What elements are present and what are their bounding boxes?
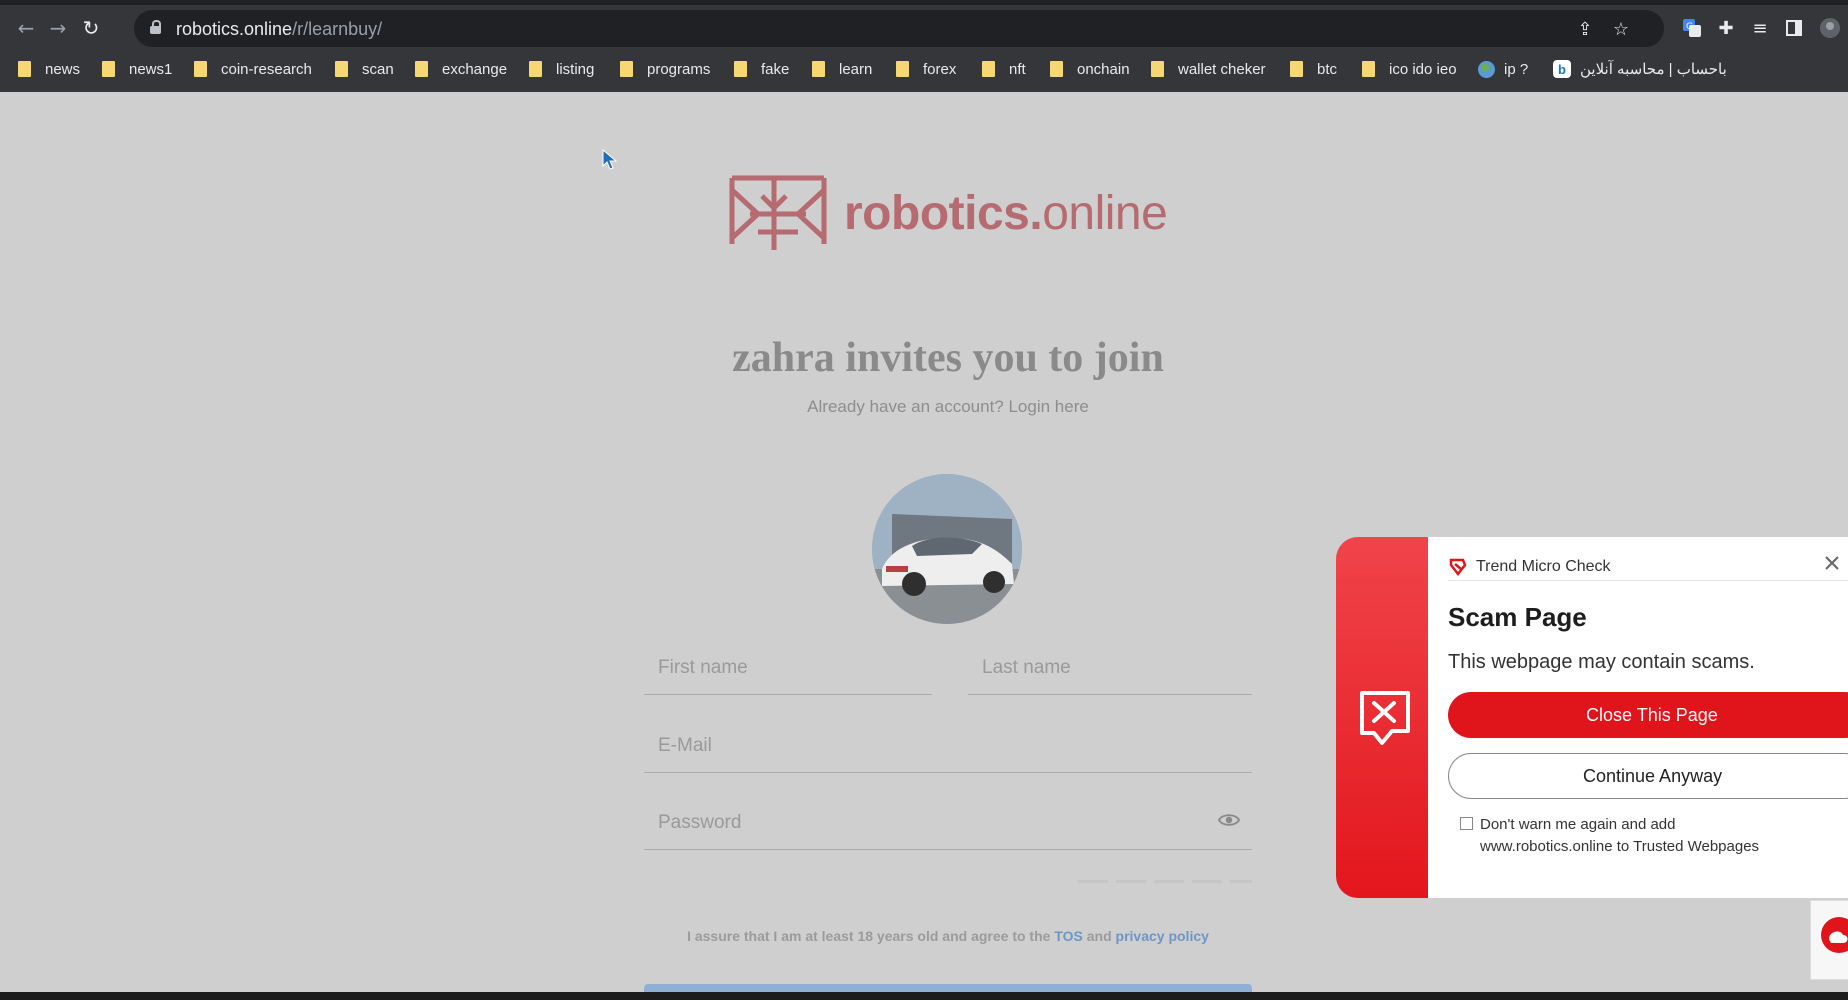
folder-icon	[1050, 61, 1063, 77]
strength-segment	[1192, 880, 1222, 883]
folder-icon	[102, 61, 115, 77]
url-text[interactable]: robotics.online/r/learnbuy/	[176, 19, 382, 40]
last-name-input[interactable]	[968, 642, 1252, 694]
folder-icon	[1151, 61, 1164, 77]
password-field[interactable]	[644, 797, 1252, 850]
bookmark-star-icon[interactable]: ☆	[1610, 18, 1632, 40]
bookmark-coin-research[interactable]: coin-research	[194, 57, 312, 81]
folder-icon	[415, 61, 428, 77]
share-icon[interactable]: ⇪	[1574, 18, 1596, 40]
bookmark-bahesab[interactable]: b باحساب | محاسبه آنلاین	[1553, 57, 1727, 81]
terms-consent: I assure that I am at least 18 years old…	[687, 928, 1209, 944]
last-name-field[interactable]	[968, 642, 1252, 695]
continue-anyway-button[interactable]: Continue Anyway	[1448, 753, 1848, 799]
mouse-cursor-icon	[602, 149, 618, 170]
reload-icon[interactable]: ↻	[77, 14, 105, 42]
bookmark-fake[interactable]: fake	[734, 57, 789, 81]
bookmarks-bar: news news1 coin-research scan exchange l…	[0, 54, 1848, 84]
email-input[interactable]	[644, 720, 1252, 772]
first-name-field[interactable]	[644, 642, 932, 695]
dont-warn-checkbox[interactable]	[1460, 817, 1473, 830]
invite-headline: zahra invites you to join	[732, 335, 1164, 381]
dont-warn-label[interactable]: Don't warn me again and add www.robotics…	[1480, 814, 1800, 858]
address-bar[interactable]: robotics.online/r/learnbuy/ ⇪ ☆	[134, 10, 1664, 47]
bookmark-nft[interactable]: nft	[982, 57, 1026, 81]
bookmark-ip[interactable]: ip ?	[1478, 57, 1528, 81]
b-favicon-icon: b	[1553, 60, 1571, 78]
folder-icon	[734, 61, 747, 77]
globe-icon	[1478, 60, 1495, 78]
logo-wordmark: robotics.online	[844, 187, 1168, 240]
folder-icon	[18, 61, 31, 77]
back-icon[interactable]: ←	[12, 14, 40, 42]
strength-segment	[1154, 880, 1184, 883]
svg-text:G: G	[1686, 22, 1693, 32]
extensions-icon[interactable]: ✚	[1712, 14, 1740, 42]
profile-avatar-icon[interactable]	[1816, 14, 1844, 42]
bookmark-onchain[interactable]: onchain	[1050, 57, 1130, 81]
tos-link[interactable]: TOS	[1054, 928, 1083, 944]
browser-chrome: ← → ↻ robotics.online/r/learnbuy/ ⇪ ☆ G …	[0, 0, 1848, 92]
show-password-eye-icon[interactable]	[1218, 812, 1240, 828]
warning-content-panel: Trend Micro Check Scam Page This webpage…	[1428, 537, 1848, 898]
trend-micro-logo-icon	[1449, 558, 1467, 577]
login-link[interactable]: Already have an account? Login here	[0, 397, 1848, 417]
folder-icon	[1362, 61, 1375, 77]
folder-icon	[620, 61, 633, 77]
robot-logo-icon	[729, 175, 827, 250]
folder-icon	[529, 61, 542, 77]
warning-side-panel	[1336, 537, 1436, 898]
privacy-policy-link[interactable]: privacy policy	[1116, 928, 1209, 944]
google-translate-icon[interactable]: G	[1678, 14, 1706, 42]
trend-micro-header: Trend Micro Check	[1448, 557, 1611, 577]
first-name-input[interactable]	[644, 642, 932, 694]
recaptcha-icon	[1821, 917, 1848, 953]
bookmark-learn[interactable]: learn	[812, 57, 872, 81]
lock-icon[interactable]	[150, 20, 161, 34]
site-logo[interactable]: robotics.online	[728, 174, 1168, 264]
folder-icon	[1290, 61, 1303, 77]
strength-segment	[1116, 880, 1146, 883]
tab-strip	[0, 0, 1848, 5]
side-panel-icon[interactable]	[1780, 14, 1808, 42]
folder-icon	[982, 61, 995, 77]
inviter-avatar	[872, 474, 1022, 624]
media-control-icon[interactable]: ≡	[1746, 14, 1774, 42]
bottom-edge	[0, 992, 1848, 1000]
bookmark-scan[interactable]: scan	[335, 57, 394, 81]
folder-icon	[896, 61, 909, 77]
recaptcha-badge[interactable]	[1810, 900, 1848, 980]
bookmark-wallet-cheker[interactable]: wallet cheker	[1151, 57, 1266, 81]
bookmark-programs[interactable]: programs	[620, 57, 710, 81]
forward-icon[interactable]: →	[44, 14, 72, 42]
bookmark-btc[interactable]: btc	[1290, 57, 1337, 81]
strength-segment	[1230, 880, 1252, 883]
close-this-page-button[interactable]: Close This Page	[1448, 692, 1848, 738]
register-button[interactable]	[644, 984, 1252, 992]
folder-icon	[812, 61, 825, 77]
strength-segment	[1078, 880, 1108, 883]
bookmark-forex[interactable]: forex	[896, 57, 956, 81]
warning-title: Scam Page	[1448, 602, 1587, 632]
bookmark-listing[interactable]: listing	[529, 57, 594, 81]
warning-description: This webpage may contain scams.	[1448, 651, 1755, 673]
close-icon[interactable]	[1822, 553, 1842, 573]
header-divider	[1448, 580, 1848, 581]
trend-micro-scam-warning: Trend Micro Check Scam Page This webpage…	[1336, 537, 1848, 898]
trend-micro-brand-label: Trend Micro Check	[1476, 558, 1611, 575]
bookmark-exchange[interactable]: exchange	[415, 57, 507, 81]
bookmark-news1[interactable]: news1	[102, 57, 172, 81]
email-field[interactable]	[644, 720, 1252, 773]
folder-icon	[335, 61, 348, 77]
bookmark-ico-ido-ieo[interactable]: ico ido ieo	[1362, 57, 1457, 81]
scam-warning-icon	[1360, 691, 1410, 745]
password-input[interactable]	[644, 797, 1252, 849]
bookmark-news[interactable]: news	[18, 57, 80, 81]
folder-icon	[194, 61, 207, 77]
